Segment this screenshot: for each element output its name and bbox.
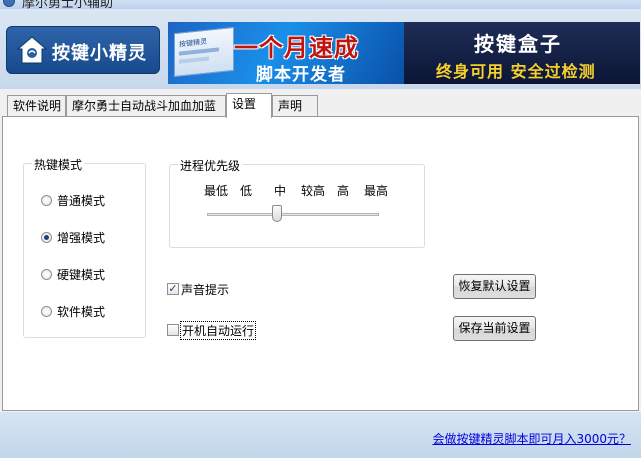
radio-software-mode[interactable]: 软件模式 xyxy=(41,303,105,319)
header-banner: 按键小精灵 按键精灵 一个月速成 脚本开发者 按键盒子 终身可用 安全过检测 xyxy=(0,9,641,89)
radio-label: 硬键模式 xyxy=(57,267,106,282)
checkbox-label: 开机自动运行 xyxy=(179,320,257,340)
save-current-button[interactable]: 保存当前设置 xyxy=(453,316,536,341)
ad-right-title: 按键盒子 xyxy=(474,32,562,56)
radio-normal-mode[interactable]: 普通模式 xyxy=(41,192,105,208)
house-icon xyxy=(16,36,48,64)
bottom-bar: 会做按键精灵脚本即可月入3000元？ xyxy=(0,412,641,458)
hotkey-mode-group: 热键模式 普通模式 增强模式 硬键模式 软件模式 xyxy=(23,156,146,338)
tick-low: 低 xyxy=(240,184,253,198)
ad-headline: 一个月速成 xyxy=(234,34,359,62)
tick-normal: 中 xyxy=(274,184,287,198)
product-box-image: 按键精灵 xyxy=(174,26,234,78)
tab-auto-battle[interactable]: 摩尔勇士自动战斗加血加蓝 xyxy=(66,95,226,117)
window-title: 摩尔勇士小辅助 xyxy=(22,0,114,9)
tick-lowest: 最低 xyxy=(204,184,229,198)
hotkey-mode-title: 热键模式 xyxy=(32,156,85,173)
tick-above-normal: 较高 xyxy=(301,184,326,198)
radio-hardware-mode[interactable]: 硬键模式 xyxy=(41,266,105,282)
radio-enhanced-mode[interactable]: 增强模式 xyxy=(41,229,105,245)
ad-banner[interactable]: 按键精灵 一个月速成 脚本开发者 按键盒子 终身可用 安全过检测 xyxy=(168,22,640,84)
tab-software-info[interactable]: 软件说明 xyxy=(7,95,66,117)
tick-highest: 最高 xyxy=(364,184,389,198)
priority-slider-thumb[interactable] xyxy=(272,205,282,222)
logo-text: 按键小精灵 xyxy=(52,43,147,64)
ad-subheadline: 脚本开发者 xyxy=(256,65,346,84)
autostart-checkbox[interactable]: 开机自动运行 xyxy=(167,320,257,340)
product-box-line xyxy=(179,56,209,64)
radio-button-selected[interactable] xyxy=(41,231,52,243)
product-box-text: 按键精灵 xyxy=(179,37,207,49)
radio-button[interactable] xyxy=(41,268,52,280)
promo-link[interactable]: 会做按键精灵脚本即可月入3000元？ xyxy=(432,430,631,447)
settings-panel: 热键模式 普通模式 增强模式 硬键模式 软件模式 进程优先级 最低 低 中 较高… xyxy=(2,116,639,411)
radio-label: 普通模式 xyxy=(57,193,106,208)
process-priority-group: 进程优先级 最低 低 中 较高 高 最高 xyxy=(169,157,425,248)
ad-right-panel[interactable]: 按键盒子 终身可用 安全过检测 xyxy=(404,22,640,84)
tab-statement[interactable]: 声明 xyxy=(272,95,318,117)
ad-right-slogan: 终身可用 安全过检测 xyxy=(436,62,596,81)
ad-left-panel[interactable]: 按键精灵 一个月速成 脚本开发者 xyxy=(168,22,404,84)
tab-settings[interactable]: 设置 xyxy=(226,93,272,118)
tab-strip: 软件说明 摩尔勇士自动战斗加血加蓝 设置 声明 xyxy=(0,93,641,118)
radio-label: 增强模式 xyxy=(57,230,106,245)
radio-button[interactable] xyxy=(41,305,52,317)
radio-label: 软件模式 xyxy=(57,304,106,319)
sound-prompt-checkbox[interactable]: ✓ 声音提示 xyxy=(167,281,229,297)
tick-high: 高 xyxy=(337,184,350,198)
priority-slider-track[interactable] xyxy=(207,213,379,216)
priority-tick-labels: 最低 低 中 较高 高 最高 xyxy=(170,182,424,198)
checkbox-label: 声音提示 xyxy=(181,282,230,297)
restore-default-button[interactable]: 恢复默认设置 xyxy=(453,274,536,299)
title-bar: 摩尔勇士小辅助 xyxy=(0,0,641,9)
checkbox-checked[interactable]: ✓ xyxy=(167,283,179,295)
checkbox-unchecked[interactable] xyxy=(167,324,179,336)
radio-button[interactable] xyxy=(41,194,52,206)
process-priority-title: 进程优先级 xyxy=(178,157,243,174)
logo: 按键小精灵 xyxy=(6,26,160,74)
app-icon xyxy=(3,0,15,7)
